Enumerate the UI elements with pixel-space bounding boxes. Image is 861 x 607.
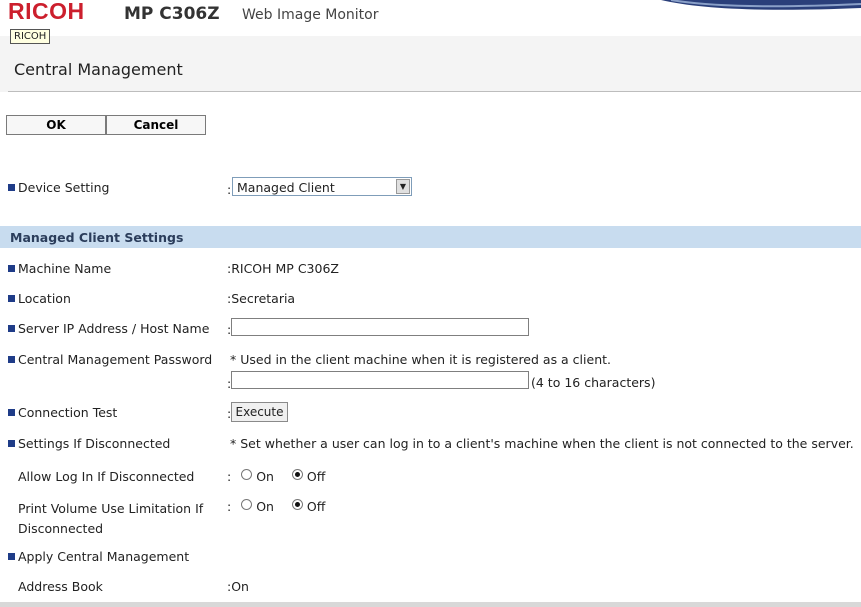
bullet-icon bbox=[8, 265, 15, 272]
print-volume-off-label: Off bbox=[306, 499, 326, 514]
allow-login-colon: : bbox=[227, 469, 232, 484]
address-book-value: :On bbox=[227, 579, 249, 594]
page-title: Central Management bbox=[14, 60, 183, 79]
bullet-icon bbox=[8, 440, 15, 447]
brand-logo: RICOH bbox=[8, 0, 85, 24]
bullet-icon bbox=[8, 409, 15, 416]
machine-name-value: :RICOH MP C306Z bbox=[227, 261, 339, 276]
print-volume-on-label: On bbox=[256, 499, 274, 514]
print-volume-off-radio[interactable] bbox=[291, 499, 303, 510]
bullet-icon bbox=[8, 325, 15, 332]
password-label: Central Management Password bbox=[18, 352, 213, 367]
print-volume-colon: : bbox=[227, 499, 232, 514]
dropdown-arrow-icon[interactable]: ▼ bbox=[396, 179, 410, 194]
cancel-button[interactable]: Cancel bbox=[106, 115, 206, 135]
bullet-icon bbox=[8, 295, 15, 302]
server-label: Server IP Address / Host Name bbox=[18, 321, 210, 336]
allow-login-label: Allow Log In If Disconnected bbox=[18, 469, 195, 484]
device-setting-label: Device Setting bbox=[18, 180, 110, 195]
bullet-icon bbox=[8, 553, 15, 560]
disconnected-label: Settings If Disconnected bbox=[18, 436, 171, 451]
machine-name-label: Machine Name bbox=[18, 261, 112, 276]
model-name: MP C306Z bbox=[124, 4, 220, 24]
machine-name-row: Machine Name bbox=[8, 261, 111, 276]
allow-login-options: : On Off bbox=[227, 469, 325, 484]
title-divider bbox=[8, 91, 861, 92]
password-input[interactable] bbox=[231, 371, 529, 389]
disconnected-note: * Set whether a user can log in to a cli… bbox=[230, 436, 854, 451]
print-volume-label-line2: Disconnected bbox=[18, 521, 104, 536]
disconnected-row: Settings If Disconnected bbox=[8, 436, 170, 451]
execute-button[interactable]: Execute bbox=[231, 402, 288, 422]
connection-test-label: Connection Test bbox=[18, 405, 118, 420]
ok-button[interactable]: OK bbox=[6, 115, 106, 135]
password-row: Central Management Password bbox=[8, 352, 212, 367]
header-swoosh-decoration bbox=[661, 0, 861, 10]
location-value: :Secretaria bbox=[227, 291, 296, 306]
connection-test-row: Connection Test bbox=[8, 405, 117, 420]
location-row: Location bbox=[8, 291, 71, 306]
section-header: Managed Client Settings bbox=[0, 226, 861, 248]
password-hint: (4 to 16 characters) bbox=[531, 375, 656, 390]
device-setting-row: Device Setting bbox=[8, 180, 109, 195]
bullet-icon bbox=[8, 184, 15, 191]
app-header: RICOH MP C306Z Web Image Monitor bbox=[0, 0, 861, 36]
address-book-label: Address Book bbox=[18, 579, 103, 594]
print-volume-options: : On Off bbox=[227, 499, 325, 514]
allow-login-off-label: Off bbox=[306, 469, 326, 484]
print-volume-on-radio[interactable] bbox=[241, 499, 253, 510]
location-label: Location bbox=[18, 291, 71, 306]
allow-login-on-label: On bbox=[256, 469, 274, 484]
section-title: Managed Client Settings bbox=[10, 230, 184, 245]
allow-login-on-radio[interactable] bbox=[241, 469, 253, 480]
allow-login-off-radio[interactable] bbox=[291, 469, 303, 480]
print-volume-label-line1: Print Volume Use Limitation If bbox=[18, 501, 204, 516]
device-setting-value: Managed Client bbox=[237, 180, 335, 195]
brand-tooltip: RICOH bbox=[10, 29, 51, 44]
server-row: Server IP Address / Host Name bbox=[8, 321, 209, 336]
apply-row: Apply Central Management bbox=[8, 549, 189, 564]
product-name: Web Image Monitor bbox=[242, 7, 379, 23]
server-address-input[interactable] bbox=[231, 318, 529, 336]
password-note: * Used in the client machine when it is … bbox=[230, 352, 611, 367]
bullet-icon bbox=[8, 356, 15, 363]
apply-label: Apply Central Management bbox=[18, 549, 190, 564]
print-volume-label: Print Volume Use Limitation If Disconnec… bbox=[8, 499, 203, 539]
device-setting-colon: : bbox=[227, 182, 232, 197]
action-buttons: OK Cancel bbox=[6, 115, 206, 135]
bottom-edge bbox=[0, 602, 861, 607]
device-setting-select[interactable]: Managed Client ▼ bbox=[232, 177, 412, 196]
